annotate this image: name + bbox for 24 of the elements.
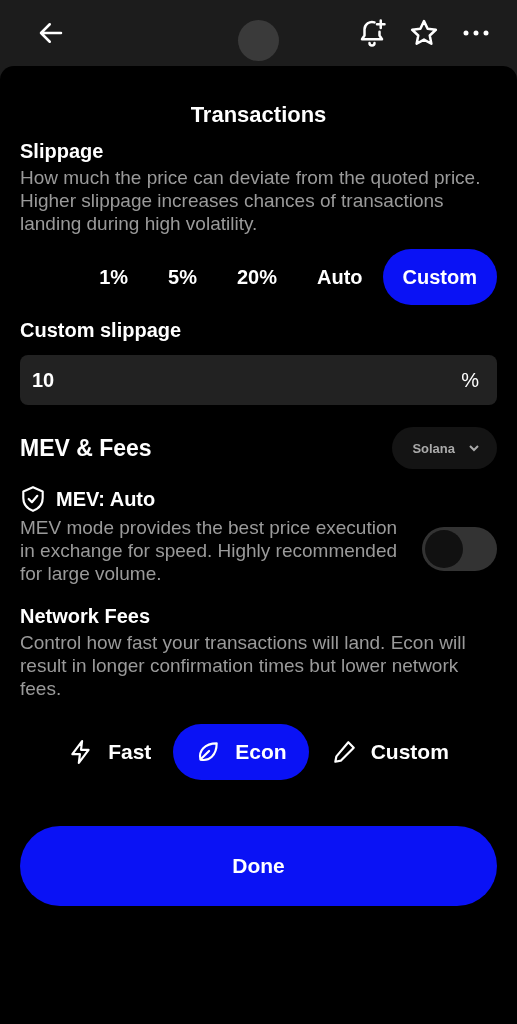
mev-toggle[interactable] xyxy=(422,527,497,571)
slippage-option[interactable]: 5% xyxy=(148,249,217,305)
section-heading: Slippage xyxy=(20,140,105,163)
slippage-option[interactable]: 20% xyxy=(216,249,297,305)
section-description: How much the price can deviate from the quoted price. Higher slippage increases chances of transactions landing during high volatility. xyxy=(20,166,482,235)
section-heading: Network Fees xyxy=(20,605,152,628)
sheet-title: Transactions xyxy=(189,101,328,129)
slippage-input-field[interactable]: 10 % xyxy=(20,355,497,405)
network-dropdown[interactable]: Solana xyxy=(392,427,497,469)
slippage-option[interactable]: Auto xyxy=(297,249,383,305)
shield-check-icon xyxy=(20,485,46,513)
field-label: Custom slippage xyxy=(20,319,183,342)
slippage-option[interactable]: Custom xyxy=(382,249,497,305)
section-description: Control how fast your transactions will land. Econ will result in longer confirmation times but lower network fees. xyxy=(20,631,467,700)
star-icon[interactable] xyxy=(409,18,439,48)
mev-heading: MEV: Auto xyxy=(56,487,156,511)
slippage-option[interactable]: 1% xyxy=(79,249,149,305)
fee-option[interactable]: Custom xyxy=(308,724,471,780)
avatar-icon xyxy=(238,20,279,61)
done-button[interactable]: Done xyxy=(20,826,497,906)
fee-option[interactable]: Econ xyxy=(173,724,309,780)
fee-option[interactable]: Fast xyxy=(46,724,174,780)
mev-description: MEV mode provides the best price execution in exchange for speed. Highly recommended for large volume. xyxy=(20,516,399,585)
section-heading: MEV & Fees xyxy=(20,434,152,462)
